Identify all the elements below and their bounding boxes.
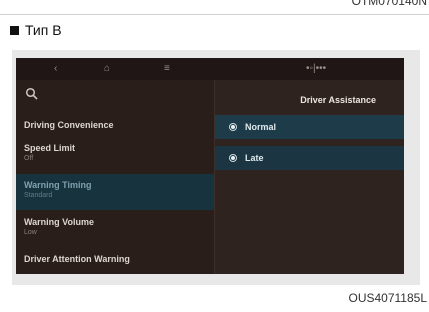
- option-late[interactable]: Late: [215, 146, 404, 170]
- figure-code-bottom: OUS4071185L: [348, 291, 427, 305]
- option-label: Late: [245, 153, 264, 163]
- figure-code-top: OTM070140N: [351, 0, 427, 8]
- menu-item-label: Driving Convenience: [24, 120, 114, 130]
- status-indicator-icon: •◦|•••: [306, 63, 327, 74]
- radio-selected-icon: [229, 123, 237, 131]
- home-icon[interactable]: ⌂: [104, 63, 110, 74]
- infotainment-screen: ‹ ⌂ ≡ •◦|••• Driving Convenience Speed L…: [16, 58, 404, 274]
- menu-item-label: Driver Attention Warning: [24, 254, 130, 264]
- bullet-square-icon: [10, 25, 19, 35]
- settings-menu: Driving Convenience Speed Limit Off Warn…: [16, 80, 214, 274]
- back-icon[interactable]: ‹: [54, 63, 57, 74]
- menu-item-value: Low: [24, 229, 37, 236]
- menu-icon[interactable]: ≡: [164, 63, 170, 74]
- menu-item-driving-convenience[interactable]: Driving Convenience: [16, 120, 214, 130]
- option-label: Normal: [245, 122, 277, 132]
- divider: [0, 14, 429, 15]
- menu-item-label: Speed Limit: [24, 143, 76, 153]
- radio-unselected-icon: [229, 154, 237, 162]
- options-panel: Driver Assistance Normal Late: [214, 80, 404, 274]
- menu-item-label: Warning Volume: [24, 217, 95, 227]
- panel-title: Driver Assistance: [300, 95, 376, 105]
- menu-item-label: Warning Timing: [24, 180, 92, 190]
- menu-item-driver-attention-warning[interactable]: Driver Attention Warning: [16, 254, 214, 264]
- type-heading: Тип B: [10, 22, 62, 38]
- option-normal[interactable]: Normal: [215, 115, 404, 139]
- menu-item-value: Standard: [24, 192, 53, 199]
- status-bar: ‹ ⌂ ≡ •◦|•••: [16, 58, 404, 80]
- menu-item-speed-limit[interactable]: Speed Limit Off: [16, 143, 214, 162]
- menu-item-warning-timing[interactable]: Warning Timing Standard: [16, 174, 214, 210]
- menu-item-value: Off: [24, 155, 34, 162]
- search-icon[interactable]: [25, 87, 39, 101]
- type-label: Тип B: [25, 22, 62, 38]
- menu-item-warning-volume[interactable]: Warning Volume Low: [16, 217, 214, 236]
